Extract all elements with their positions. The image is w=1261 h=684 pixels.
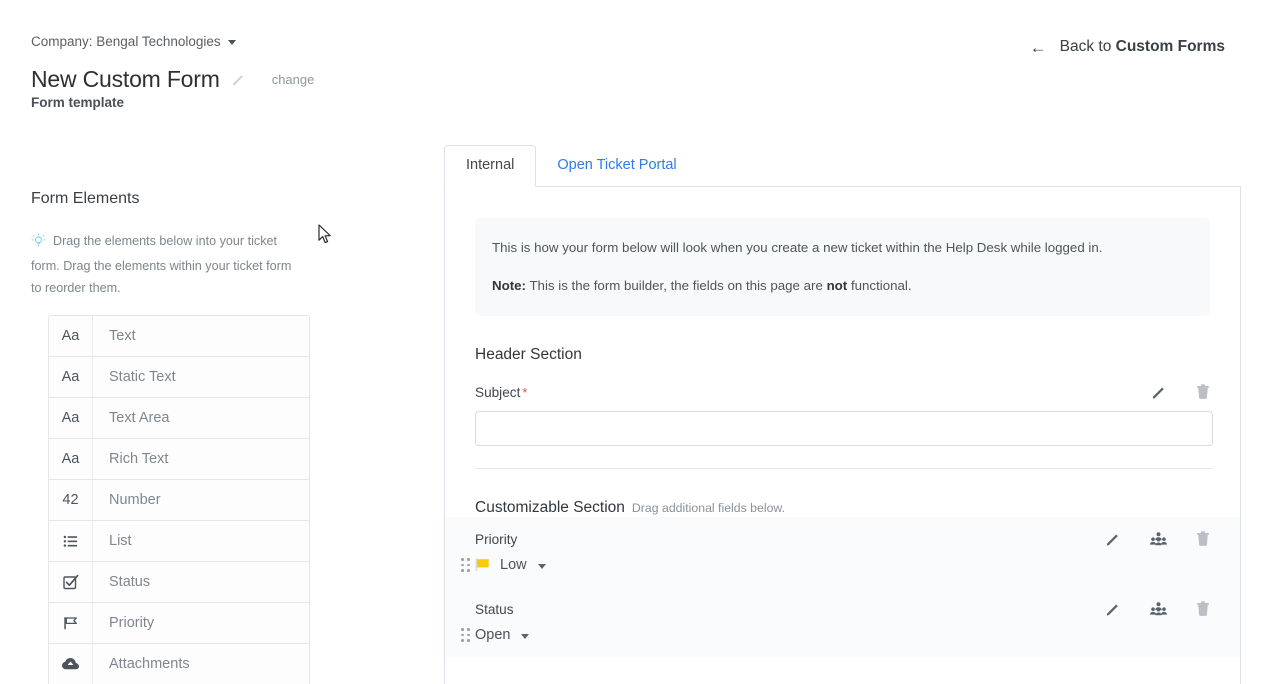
form-element-attachments[interactable]: Attachments [49,644,309,684]
form-elements-panel: Form Elements Drag the elements below in… [0,190,330,684]
form-element-rich-text[interactable]: Aa Rich Text [49,439,309,480]
trash-icon[interactable] [1196,531,1210,547]
form-element-list[interactable]: List [49,521,309,562]
attachments-cloud-icon [49,644,93,684]
header-section-title-text: Header Section [475,346,582,363]
tab-open-ticket-portal[interactable]: Open Ticket Portal [536,146,697,186]
custom-field-actions [1105,601,1210,617]
info-note-part2: functional. [847,278,912,293]
priority-flag-icon [49,603,93,643]
info-note-strong: not [826,278,848,293]
custom-field-value-text: Low [500,557,527,573]
form-element-label: Text Area [109,410,170,426]
form-element-status[interactable]: Status [49,562,309,603]
edit-pencil-icon[interactable] [1105,601,1121,617]
lightbulb-icon [31,233,46,255]
info-callout: This is how your form below will look wh… [475,218,1210,316]
custom-field-label: Priority [475,532,518,547]
chevron-down-icon [537,563,546,569]
custom-fields-container: Priority Low Status Open [445,517,1240,657]
edit-pencil-icon[interactable] [1105,531,1121,547]
company-label: Company: Bengal Technologies [31,34,221,49]
field-subject: Subject * [475,384,1213,446]
form-element-label: Text [109,328,136,344]
rich-text-icon: Aa [49,439,93,479]
trash-icon[interactable] [1196,601,1210,617]
tab-internal[interactable]: Internal [444,145,537,187]
form-element-label: Status [109,574,151,590]
custom-field-actions [1105,531,1210,547]
tab-bar: Internal Open Ticket Portal [444,145,1241,187]
form-preview-panel: Internal Open Ticket Portal This is how … [444,145,1241,684]
custom-field-label: Status [475,602,514,617]
customizable-section-title-text: Customizable Section [475,499,625,516]
form-element-label: Rich Text [109,451,169,467]
tab-panel-internal: This is how your form below will look wh… [444,186,1241,684]
form-element-label: Static Text [109,369,176,385]
subject-input[interactable] [475,411,1213,446]
custom-field-status[interactable]: Status Open [445,587,1240,657]
header-section-title: Header Section [475,346,1210,364]
user-group-icon[interactable] [1150,601,1167,617]
form-element-static-text[interactable]: Aa Static Text [49,357,309,398]
form-element-label: Priority [109,615,155,631]
info-note-part1: This is the form builder, the fields on … [525,278,827,293]
change-link[interactable]: change [272,72,315,87]
trash-icon[interactable] [1196,384,1210,400]
custom-field-value-row: Open [461,627,1210,643]
text-area-icon: Aa [49,398,93,438]
customizable-section-title: Customizable Section Drag additional fiel… [475,499,1210,517]
info-line-1: This is how your form below will look wh… [492,240,1103,255]
custom-field-priority[interactable]: Priority Low [445,517,1240,587]
drag-handle-icon[interactable] [461,558,472,572]
form-elements-heading: Form Elements [31,190,140,207]
back-to-custom-forms-link[interactable]: ← Back to Custom Forms [1030,38,1225,56]
section-divider [475,468,1213,469]
page-title-row: New Custom Form change [31,66,314,93]
custom-field-value-select[interactable]: Low [475,557,546,573]
custom-field-value-row: Low [461,557,1210,573]
form-element-label: Attachments [109,656,190,672]
list-icon [49,521,93,561]
custom-field-value-text: Open [475,627,511,643]
info-note-label: Note: [492,278,526,293]
field-subject-label-text: Subject [475,385,521,400]
field-subject-label: Subject * [475,385,1210,400]
form-element-label: Number [109,492,161,508]
form-element-label: List [109,533,132,549]
form-element-text-area[interactable]: Aa Text Area [49,398,309,439]
number-icon: 42 [49,480,93,520]
company-selector[interactable]: Company: Bengal Technologies [31,34,236,49]
status-checkbox-icon [49,562,93,602]
required-star-icon: * [522,385,528,400]
info-note: Note: This is the form builder, the fiel… [492,275,1193,296]
page-title: New Custom Form [31,66,220,92]
field-subject-actions [1151,384,1210,400]
drag-hint: Drag the elements below into your ticket… [31,230,301,299]
drag-handle-icon[interactable] [461,628,472,642]
chevron-down-icon [227,40,236,45]
drag-hint-line2: Drag the elements within your ticket for… [31,259,292,295]
custom-field-value-select[interactable]: Open [475,627,530,643]
static-text-icon: Aa [49,357,93,397]
edit-pencil-icon[interactable] [1151,384,1167,400]
user-group-icon[interactable] [1150,531,1167,547]
form-element-priority[interactable]: Priority [49,603,309,644]
chevron-down-icon [521,633,530,639]
arrow-left-icon: ← [1029,37,1047,57]
customizable-section-hint: Drag additional fields below. [631,501,786,515]
back-link-target: Custom Forms [1115,38,1225,55]
edit-pencil-icon[interactable] [231,72,246,87]
text-icon: Aa [49,316,93,356]
page-subtitle: Form template [31,95,125,110]
back-link-text: Back to Custom Forms [1059,38,1225,55]
form-elements-list: Aa Text Aa Static Text Aa Text Area Aa Rich Tex… [48,315,310,684]
form-element-text[interactable]: Aa Text [49,316,309,357]
flag-icon [475,557,492,573]
form-element-number[interactable]: 42 Number [49,480,309,521]
